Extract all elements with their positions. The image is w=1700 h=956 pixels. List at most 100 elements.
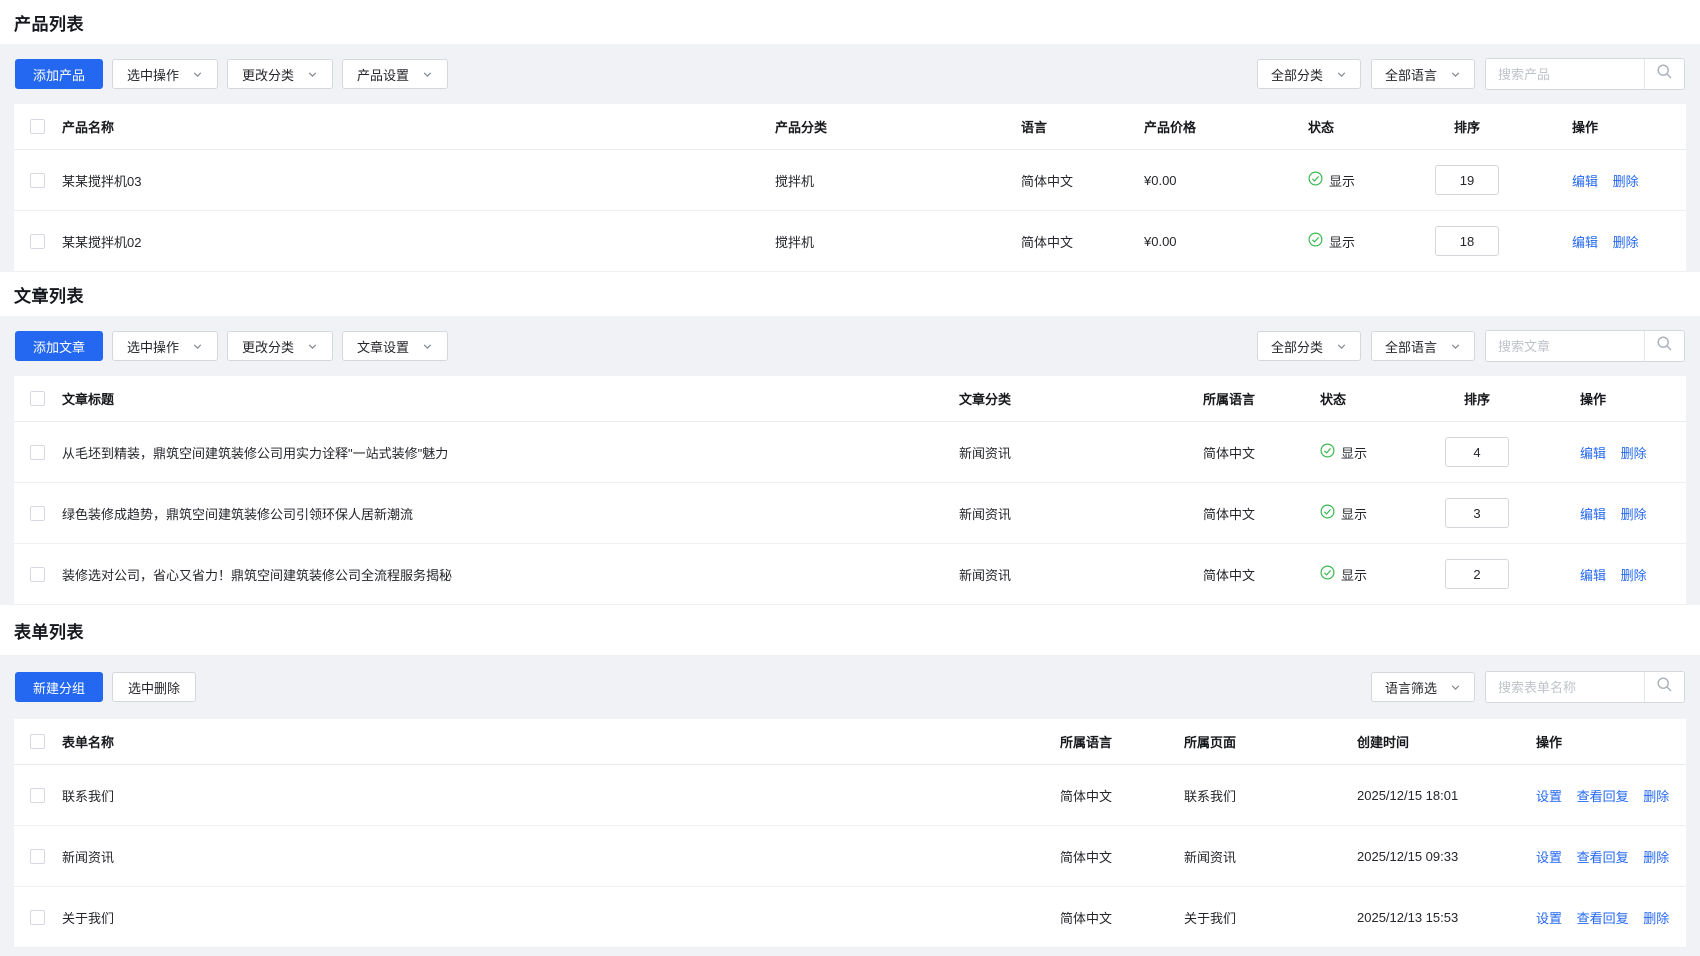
product-select-all-checkbox[interactable] (30, 119, 45, 134)
table-row: 绿色装修成趋势，鼎筑空间建筑装修公司引领环保人居新潮流 新闻资讯 简体中文 显示… (14, 483, 1686, 544)
delete-link[interactable]: 删除 (1643, 911, 1669, 926)
article-col-sort: 排序 (1445, 389, 1509, 408)
delete-link[interactable]: 删除 (1613, 235, 1639, 250)
sort-input[interactable] (1445, 559, 1509, 589)
article-category-filter-dropdown[interactable]: 全部分类 (1257, 331, 1361, 361)
add-product-button[interactable]: 添加产品 (15, 59, 103, 89)
delete-link[interactable]: 删除 (1621, 507, 1647, 522)
article-col-actions: 操作 (1560, 389, 1686, 408)
product-selected-actions-dropdown[interactable]: 选中操作 (112, 59, 218, 89)
form-page: 新闻资讯 (1184, 847, 1357, 866)
row-checkbox[interactable] (30, 445, 45, 460)
status-visible-icon (1308, 171, 1323, 189)
product-col-price: 产品价格 (1144, 117, 1308, 136)
status-badge: 显示 (1329, 171, 1355, 190)
product-search (1485, 58, 1685, 90)
form-table-header: 表单名称 所属语言 所属页面 创建时间 操作 (14, 719, 1686, 765)
form-col-created: 创建时间 (1357, 732, 1531, 751)
form-search-input[interactable] (1486, 672, 1644, 702)
new-group-button[interactable]: 新建分组 (15, 672, 103, 702)
search-icon (1656, 676, 1673, 698)
edit-link[interactable]: 编辑 (1572, 235, 1598, 250)
article-change-category-dropdown[interactable]: 更改分类 (227, 331, 333, 361)
edit-link[interactable]: 编辑 (1580, 446, 1606, 461)
product-table-header: 产品名称 产品分类 语言 产品价格 状态 排序 操作 (14, 104, 1686, 150)
edit-link[interactable]: 编辑 (1572, 174, 1598, 189)
article-language-filter-label: 全部语言 (1385, 337, 1437, 356)
product-language-filter-dropdown[interactable]: 全部语言 (1371, 59, 1475, 89)
status-badge: 显示 (1341, 504, 1367, 523)
article-select-all-checkbox[interactable] (30, 391, 45, 406)
form-language-filter-dropdown[interactable]: 语言筛选 (1371, 672, 1475, 702)
product-settings-dropdown[interactable]: 产品设置 (342, 59, 448, 89)
search-icon (1656, 335, 1673, 357)
sort-input[interactable] (1445, 437, 1509, 467)
article-selected-actions-dropdown[interactable]: 选中操作 (112, 331, 218, 361)
row-checkbox[interactable] (30, 910, 45, 925)
form-search-button[interactable] (1644, 672, 1684, 702)
settings-link[interactable]: 设置 (1536, 789, 1562, 804)
sort-input[interactable] (1435, 226, 1499, 256)
product-search-input[interactable] (1486, 59, 1644, 89)
view-replies-link[interactable]: 查看回复 (1577, 911, 1629, 926)
delete-link[interactable]: 删除 (1621, 446, 1647, 461)
form-language-filter-label: 语言筛选 (1385, 678, 1437, 697)
article-table: 文章标题 文章分类 所属语言 状态 排序 操作 从毛坯到精装，鼎筑空间建筑装修公… (14, 376, 1686, 605)
article-title: 装修选对公司，省心又省力！鼎筑空间建筑装修公司全流程服务揭秘 (62, 565, 959, 584)
article-settings-dropdown[interactable]: 文章设置 (342, 331, 448, 361)
row-checkbox[interactable] (30, 849, 45, 864)
product-settings-label: 产品设置 (357, 65, 409, 84)
article-selected-actions-label: 选中操作 (127, 337, 179, 356)
row-checkbox[interactable] (30, 788, 45, 803)
product-col-name: 产品名称 (62, 117, 775, 136)
delete-link[interactable]: 删除 (1621, 568, 1647, 583)
article-search-button[interactable] (1644, 331, 1684, 361)
form-select-all-checkbox[interactable] (30, 734, 45, 749)
product-category-filter-label: 全部分类 (1271, 65, 1323, 84)
product-language: 简体中文 (1021, 171, 1144, 190)
product-search-button[interactable] (1644, 59, 1684, 89)
table-row: 联系我们 简体中文 联系我们 2025/12/15 18:01 设置 查看回复 … (14, 765, 1686, 826)
article-language-filter-dropdown[interactable]: 全部语言 (1371, 331, 1475, 361)
article-category: 新闻资讯 (959, 504, 1203, 523)
delete-selected-button[interactable]: 选中删除 (112, 672, 196, 702)
settings-link[interactable]: 设置 (1536, 911, 1562, 926)
product-language-filter-label: 全部语言 (1385, 65, 1437, 84)
settings-link[interactable]: 设置 (1536, 850, 1562, 865)
delete-link[interactable]: 删除 (1613, 174, 1639, 189)
product-col-status: 状态 (1308, 117, 1435, 136)
product-col-sort: 排序 (1435, 117, 1499, 136)
article-language: 简体中文 (1203, 565, 1320, 584)
product-change-category-dropdown[interactable]: 更改分类 (227, 59, 333, 89)
product-category: 搅拌机 (775, 171, 1021, 190)
sort-input[interactable] (1445, 498, 1509, 528)
row-checkbox[interactable] (30, 567, 45, 582)
article-search-input[interactable] (1486, 331, 1644, 361)
product-category-filter-dropdown[interactable]: 全部分类 (1257, 59, 1361, 89)
form-toolbar: 新建分组 选中删除 语言筛选 (0, 655, 1700, 719)
chevron-down-icon (422, 341, 433, 352)
view-replies-link[interactable]: 查看回复 (1577, 850, 1629, 865)
article-category: 新闻资讯 (959, 565, 1203, 584)
product-name: 某某搅拌机02 (62, 232, 775, 251)
delete-link[interactable]: 删除 (1643, 850, 1669, 865)
row-checkbox[interactable] (30, 234, 45, 249)
chevron-down-icon (1450, 341, 1461, 352)
edit-link[interactable]: 编辑 (1580, 507, 1606, 522)
form-language: 简体中文 (1060, 908, 1184, 927)
row-checkbox[interactable] (30, 506, 45, 521)
status-visible-icon (1320, 443, 1335, 461)
product-section: 产品列表 添加产品 选中操作 更改分类 产品设置 全部分类 全部语言 (0, 0, 1700, 272)
sort-input[interactable] (1435, 165, 1499, 195)
article-list-title: 文章列表 (14, 282, 84, 307)
edit-link[interactable]: 编辑 (1580, 568, 1606, 583)
view-replies-link[interactable]: 查看回复 (1577, 789, 1629, 804)
row-checkbox[interactable] (30, 173, 45, 188)
article-settings-label: 文章设置 (357, 337, 409, 356)
article-title: 绿色装修成趋势，鼎筑空间建筑装修公司引领环保人居新潮流 (62, 504, 959, 523)
form-created-time: 2025/12/13 15:53 (1357, 910, 1531, 925)
table-row: 装修选对公司，省心又省力！鼎筑空间建筑装修公司全流程服务揭秘 新闻资讯 简体中文… (14, 544, 1686, 605)
add-article-button[interactable]: 添加文章 (15, 331, 103, 361)
delete-link[interactable]: 删除 (1643, 789, 1669, 804)
table-row: 新闻资讯 简体中文 新闻资讯 2025/12/15 09:33 设置 查看回复 … (14, 826, 1686, 887)
